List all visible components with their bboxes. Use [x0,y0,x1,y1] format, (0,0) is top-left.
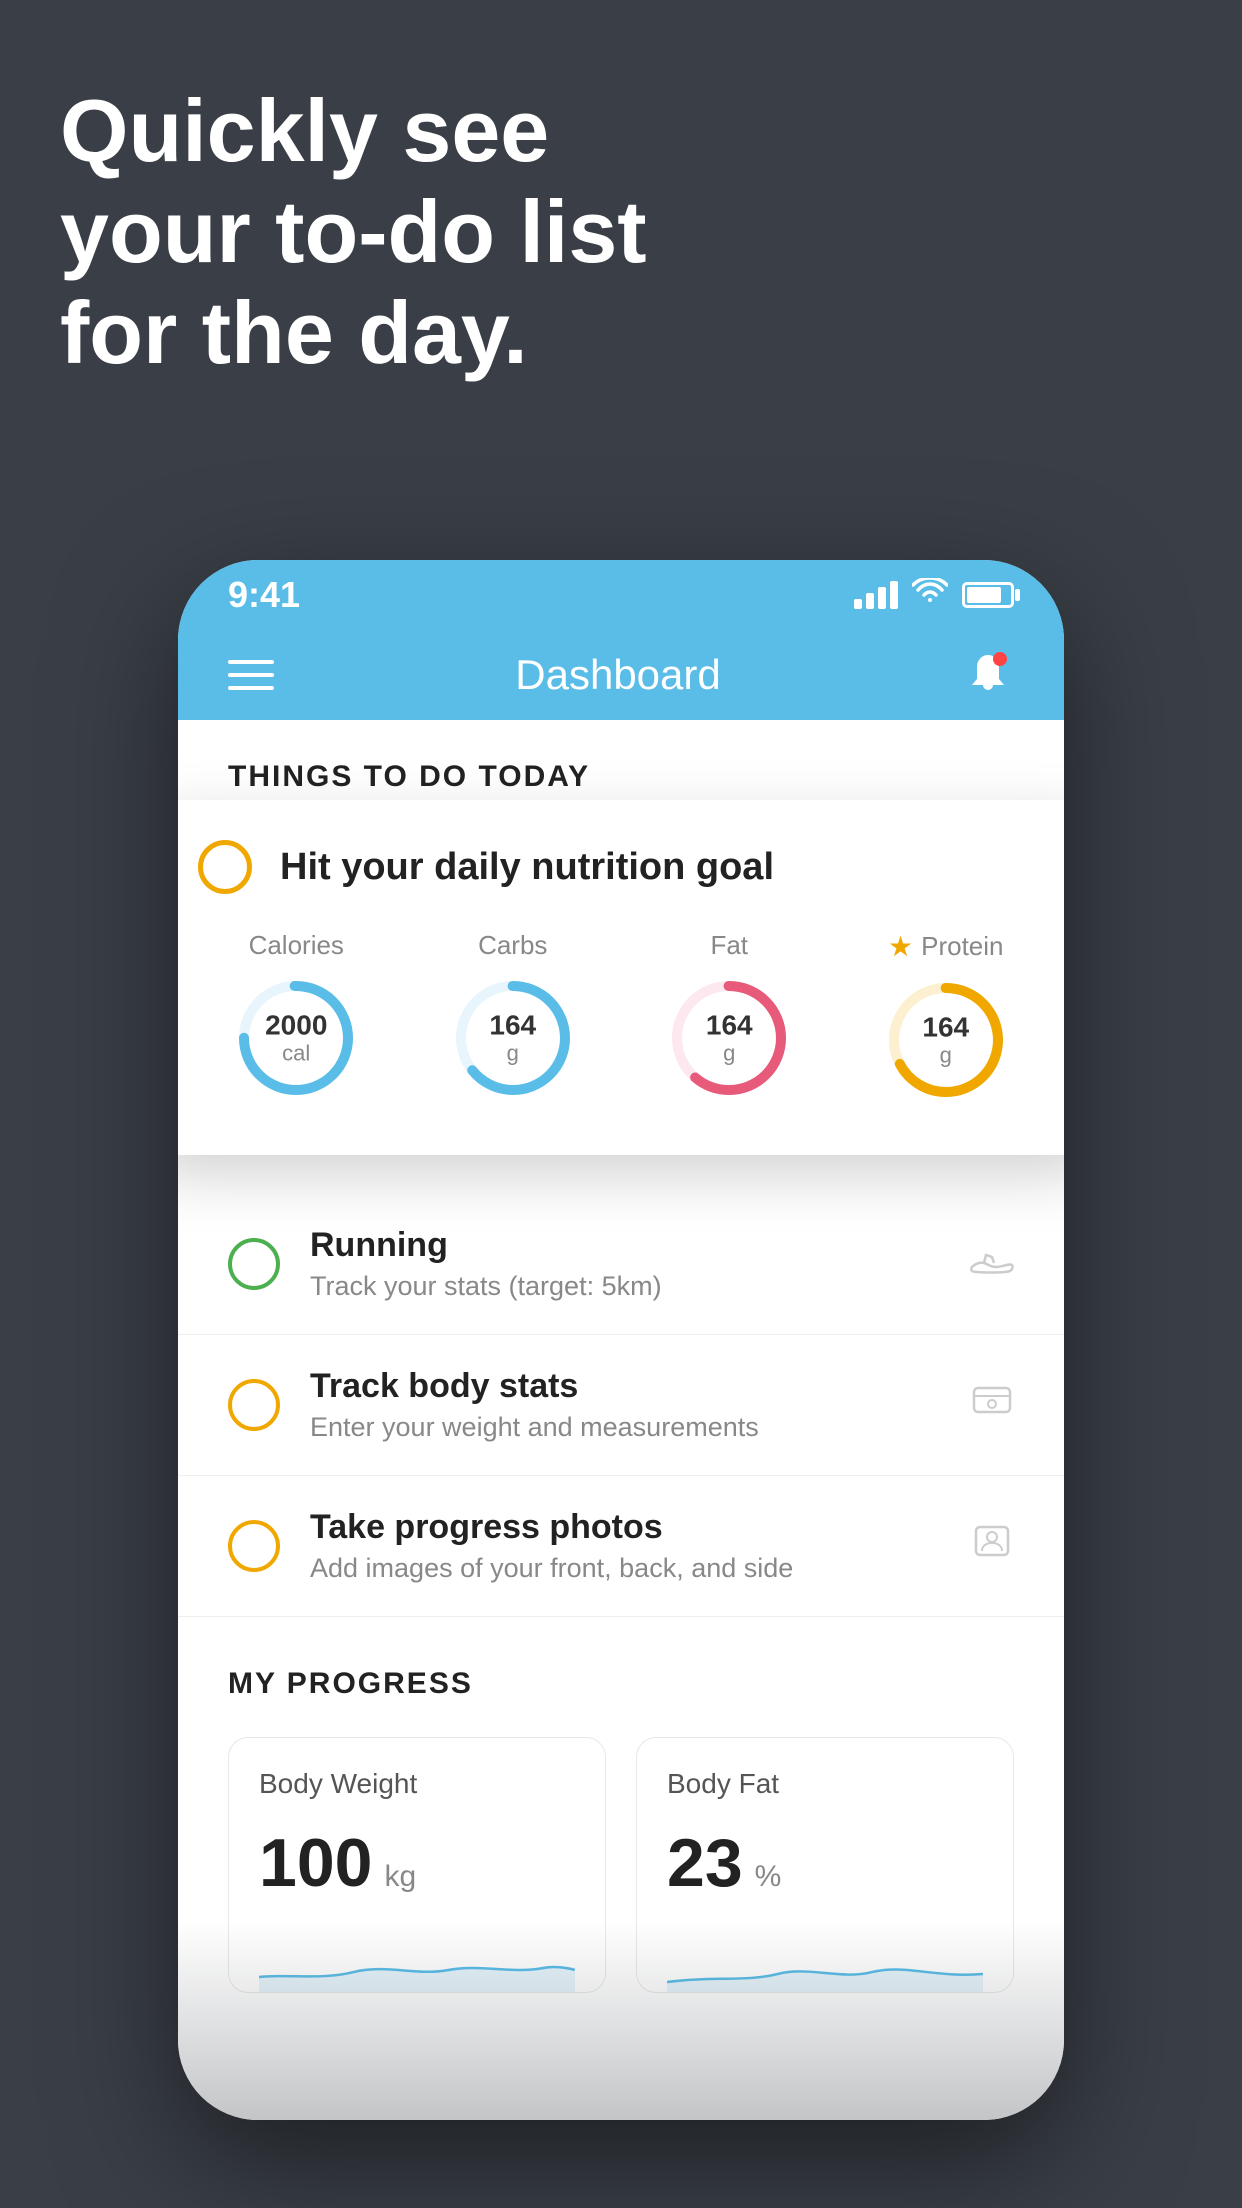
protein-value: 164 [922,1013,969,1044]
nutrition-carbs: Carbs 164 g [448,930,578,1105]
item-title-photos: Take progress photos [310,1508,940,1547]
fat-label: Fat [710,930,748,961]
item-circle-bodystats [228,1379,280,1431]
fat-unit: g [706,1041,753,1065]
phone-shell: 9:41 [178,560,1064,2120]
item-title-running: Running [310,1226,940,1265]
item-text-running: Running Track your stats (target: 5km) [310,1226,940,1302]
item-text-bodystats: Track body stats Enter your weight and m… [310,1367,940,1443]
nutrition-row: Calories 2000 cal Carbs [198,930,1044,1105]
fat-donut: 164 g [664,973,794,1103]
progress-section: MY PROGRESS Body Weight 100 kg [178,1617,1064,2023]
headline-line2: your to-do list [60,181,647,282]
battery-icon [962,582,1014,608]
item-title-bodystats: Track body stats [310,1367,940,1406]
person-icon [970,1523,1014,1569]
protein-unit: g [922,1043,969,1067]
progress-section-title: MY PROGRESS [228,1667,1014,1701]
list-item[interactable]: Running Track your stats (target: 5km) [178,1194,1064,1335]
signal-bars-icon [854,581,898,609]
progress-card-weight[interactable]: Body Weight 100 kg [228,1737,606,1993]
status-time: 9:41 [228,574,300,616]
star-icon: ★ [888,930,913,963]
scale-icon [970,1382,1014,1428]
protein-label: Protein [921,931,1003,962]
list-item[interactable]: Track body stats Enter your weight and m… [178,1335,1064,1476]
app-content: THINGS TO DO TODAY Running Track your st… [178,720,1064,2120]
wifi-icon [912,577,948,614]
card-title-bodyfat: Body Fat [667,1768,983,1800]
calories-unit: cal [265,1041,327,1065]
bell-icon[interactable] [962,649,1014,701]
carbs-donut: 164 g [448,973,578,1103]
item-sub-running: Track your stats (target: 5km) [310,1271,940,1302]
headline: Quickly see your to-do list for the day. [60,80,647,384]
item-sub-bodystats: Enter your weight and measurements [310,1412,940,1443]
weight-chart [259,1932,575,1992]
carbs-value: 164 [489,1011,536,1042]
item-sub-photos: Add images of your front, back, and side [310,1553,940,1584]
status-bar: 9:41 [178,560,1064,630]
bodyfat-unit: % [755,1860,782,1894]
card-title: Hit your daily nutrition goal [280,846,774,889]
shoe-icon [970,1241,1014,1287]
progress-cards: Body Weight 100 kg Body Fat [228,1737,1014,1993]
bodyfat-value-row: 23 % [667,1824,983,1902]
headline-line1: Quickly see [60,80,647,181]
weight-value-row: 100 kg [259,1824,575,1902]
calories-value: 2000 [265,1011,327,1042]
protein-donut: 164 g [881,975,1011,1105]
item-text-photos: Take progress photos Add images of your … [310,1508,940,1584]
item-circle-running [228,1238,280,1290]
bodyfat-value: 23 [667,1824,743,1902]
nutrition-calories: Calories 2000 cal [231,930,361,1105]
weight-value: 100 [259,1824,372,1902]
hamburger-menu[interactable] [228,660,274,690]
circle-check-icon [198,840,252,894]
bodyfat-chart [667,1932,983,1992]
protein-label-row: ★ Protein [888,930,1004,963]
headline-line3: for the day. [60,282,647,383]
item-circle-photos [228,1520,280,1572]
status-icons [854,577,1014,614]
list-item[interactable]: Take progress photos Add images of your … [178,1476,1064,1617]
nav-bar: Dashboard [178,630,1064,720]
weight-unit: kg [384,1860,416,1894]
calories-label: Calories [249,930,344,961]
nutrition-fat: Fat 164 g [664,930,794,1105]
card-title-row: Hit your daily nutrition goal [198,840,1044,894]
floating-nutrition-card: Hit your daily nutrition goal Calories 2… [178,800,1064,1155]
calories-donut: 2000 cal [231,973,361,1103]
carbs-label: Carbs [478,930,547,961]
fat-value: 164 [706,1011,753,1042]
nav-title: Dashboard [515,651,720,699]
card-title-weight: Body Weight [259,1768,575,1800]
progress-card-bodyfat[interactable]: Body Fat 23 % [636,1737,1014,1993]
carbs-unit: g [489,1041,536,1065]
nutrition-protein: ★ Protein 164 g [881,930,1011,1105]
